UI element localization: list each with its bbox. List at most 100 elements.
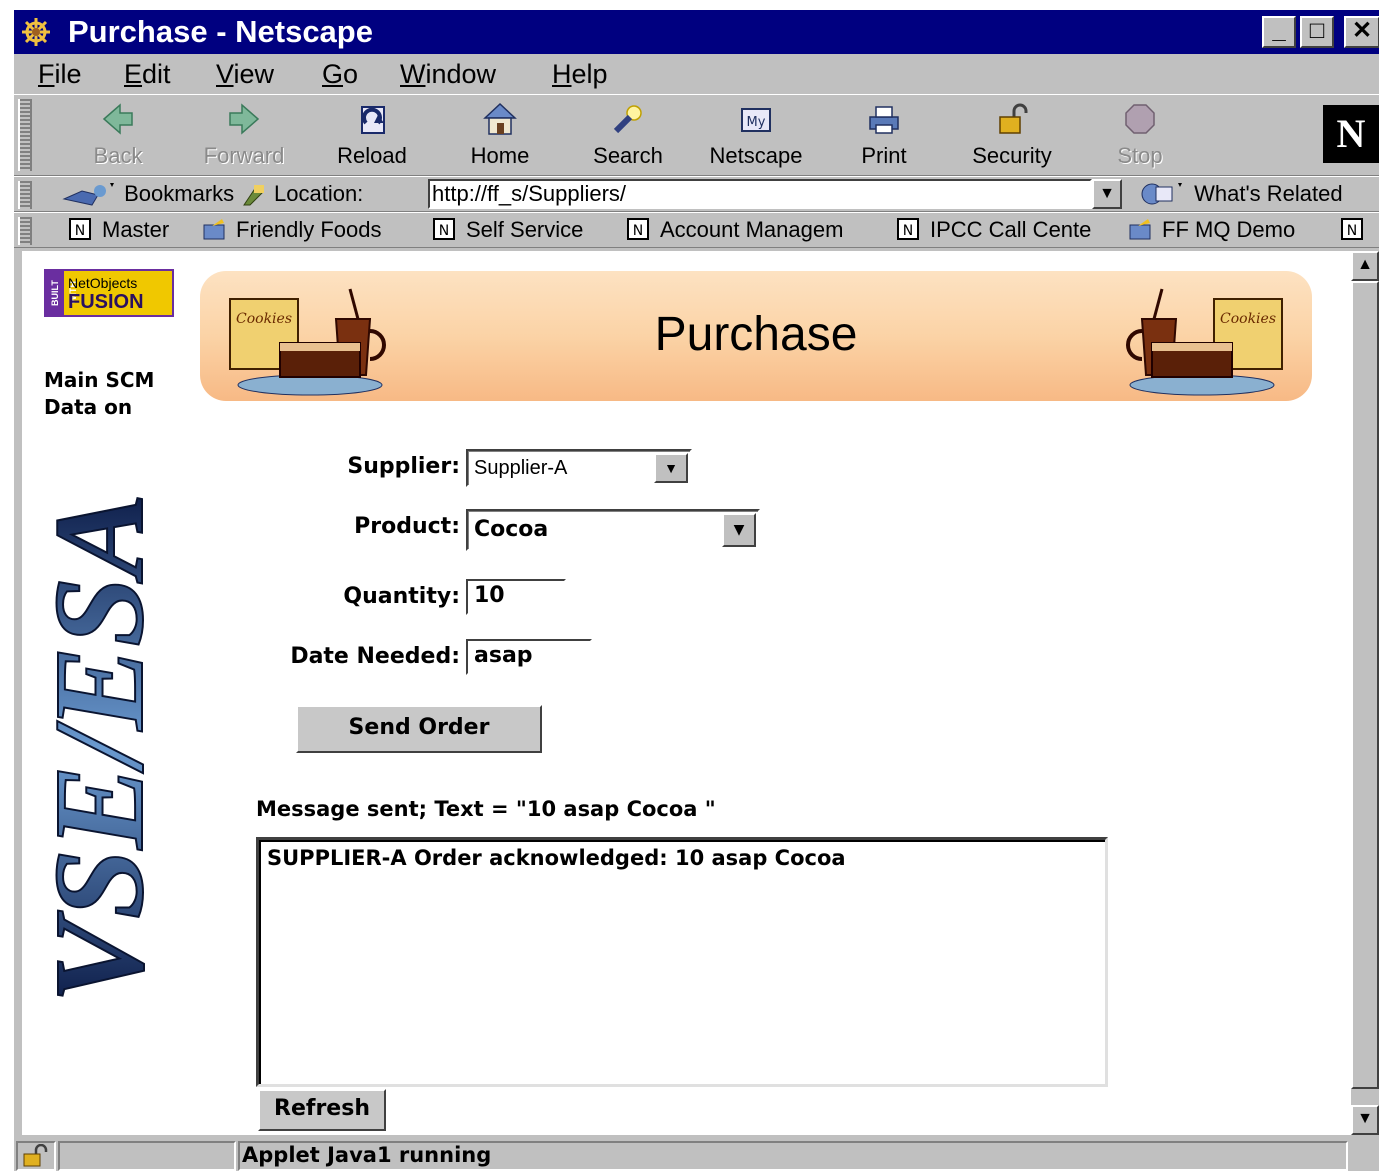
toolbar-grip[interactable] [18, 99, 32, 171]
whats-related-button[interactable]: What's Related [1138, 179, 1343, 209]
padlock-icon [999, 103, 1028, 134]
status-bar: Applet Java1 running [14, 1139, 1379, 1171]
bookmark-friendly-foods[interactable]: Friendly Foods [202, 215, 382, 245]
maximize-button[interactable]: □ [1300, 16, 1334, 48]
bookmark-ff-mq-demo-label: FF MQ Demo [1162, 217, 1296, 242]
menu-edit-key: E [124, 59, 143, 89]
side-line1: Main SCM [44, 368, 155, 392]
bookmark-account-management-label: Account Managem [660, 217, 844, 242]
folder-icon [1129, 219, 1151, 240]
bookmark-master-label: Master [102, 217, 170, 242]
folder-icon [203, 219, 225, 240]
home-button[interactable]: Home [440, 101, 560, 173]
page-proxy-icon[interactable] [240, 183, 268, 207]
netscape-label: Netscape [709, 143, 803, 168]
minimize-button[interactable]: _ [1262, 16, 1296, 48]
bookmark-overflow[interactable]: N [1340, 215, 1374, 245]
menu-edit-label: dit [142, 59, 171, 89]
bookmark-friendly-foods-label: Friendly Foods [236, 217, 382, 242]
product-select[interactable]: Cocoa ▼ [466, 509, 760, 551]
location-grip[interactable] [18, 181, 32, 209]
menu-help[interactable]: Help [552, 58, 608, 90]
page-content: BUILT WITH NetObjects FUSION Main SCM Da… [22, 251, 1351, 1135]
home-label: Home [470, 143, 530, 168]
svg-text:N: N [633, 223, 643, 239]
cookies-coffee-icon-right: Cookies [1126, 288, 1283, 396]
personal-grip[interactable] [18, 217, 32, 245]
svg-text:N: N [439, 223, 449, 239]
date-needed-input[interactable]: asap [466, 639, 592, 675]
forward-label: Forward [203, 143, 285, 168]
supplier-select[interactable]: Supplier-A ▼ [466, 449, 692, 487]
bookmark-master[interactable]: N Master [68, 215, 169, 245]
bookmarks-button[interactable]: Bookmarks [62, 179, 234, 209]
window-title: Purchase - Netscape [68, 14, 373, 49]
back-button[interactable]: Back [58, 101, 178, 173]
chevron-down-icon: ▼ [1357, 1110, 1373, 1127]
printer-icon [869, 106, 899, 134]
print-button[interactable]: Print [824, 101, 944, 173]
menu-edit[interactable]: Edit [124, 58, 171, 90]
url-dropdown-button[interactable]: ▼ [1092, 179, 1122, 209]
security-label: Security [972, 143, 1052, 168]
stop-icon [1125, 104, 1155, 134]
svg-text:N: N [903, 223, 913, 239]
menu-go-label: o [343, 59, 359, 89]
vse-esa-logo-text: VSE/ESA [46, 493, 166, 1003]
menu-file[interactable]: File [38, 58, 82, 90]
quantity-input[interactable]: 10 [466, 579, 566, 615]
svg-text:N: N [1347, 223, 1357, 239]
forward-arrow-icon [229, 103, 260, 135]
page-icon: N [1341, 218, 1363, 240]
search-button[interactable]: Search [568, 101, 688, 173]
progress-cell [58, 1141, 236, 1171]
menu-go[interactable]: Go [322, 58, 358, 90]
netobjects-fusion-badge[interactable]: BUILT WITH NetObjects FUSION [44, 269, 174, 317]
chevron-down-icon: ▼ [654, 453, 688, 483]
svg-text:Cookies: Cookies [1220, 311, 1276, 327]
forward-button[interactable]: Forward [184, 101, 304, 173]
chevron-up-icon: ▲ [1357, 256, 1373, 273]
stop-button[interactable]: Stop [1080, 101, 1200, 173]
menu-help-label: elp [571, 59, 608, 89]
back-arrow-icon [102, 103, 133, 135]
scroll-up-button[interactable]: ▲ [1351, 251, 1379, 281]
page-icon: N [897, 218, 919, 240]
netscape-button[interactable]: My Netscape [696, 101, 816, 173]
send-order-button[interactable]: Send Order [296, 705, 542, 753]
bookmark-self-service-label: Self Service [466, 217, 584, 242]
search-flashlight-icon [613, 105, 642, 134]
url-input[interactable]: http://ff_s/Suppliers/ [428, 179, 1092, 209]
scroll-down-button[interactable]: ▼ [1351, 1105, 1379, 1135]
svg-text:My: My [747, 115, 766, 130]
refresh-button[interactable]: Refresh [258, 1089, 386, 1131]
bookmark-self-service[interactable]: N Self Service [432, 215, 583, 245]
bookmark-ipcc-call-center[interactable]: N IPCC Call Cente [896, 215, 1091, 245]
close-button[interactable]: ✕ [1344, 16, 1379, 48]
menu-help-key: H [552, 59, 572, 89]
product-value: Cocoa [474, 517, 549, 542]
bookmark-ipcc-call-center-label: IPCC Call Cente [930, 217, 1092, 242]
reload-icon [361, 106, 385, 134]
my-netscape-icon: My [741, 108, 771, 132]
bookmarks-icon [62, 183, 114, 206]
menu-window[interactable]: Window [400, 58, 496, 90]
side-text: Main SCM Data on [44, 367, 154, 421]
menu-view[interactable]: View [216, 58, 274, 90]
netscape-logo[interactable]: N [1323, 105, 1379, 163]
security-status-cell[interactable] [16, 1141, 56, 1171]
bookmark-account-management[interactable]: N Account Managem [626, 215, 843, 245]
page-icon: N [433, 218, 455, 240]
print-label: Print [861, 143, 907, 168]
response-textarea[interactable]: SUPPLIER-A Order acknowledged: 10 asap C… [256, 837, 1108, 1087]
netscape-helm-icon [22, 18, 50, 46]
bookmark-ff-mq-demo[interactable]: FF MQ Demo [1128, 215, 1295, 245]
reload-label: Reload [337, 143, 407, 168]
reload-button[interactable]: Reload [312, 101, 432, 173]
whats-related-icon [1141, 183, 1182, 205]
vertical-scrollbar[interactable]: ▲ ▼ [1351, 251, 1379, 1135]
menu-file-label: ile [54, 59, 82, 89]
security-button[interactable]: Security [952, 101, 1072, 173]
scroll-thumb[interactable] [1351, 281, 1379, 1089]
vse-esa-logo: VSE/ESA [46, 492, 166, 1004]
